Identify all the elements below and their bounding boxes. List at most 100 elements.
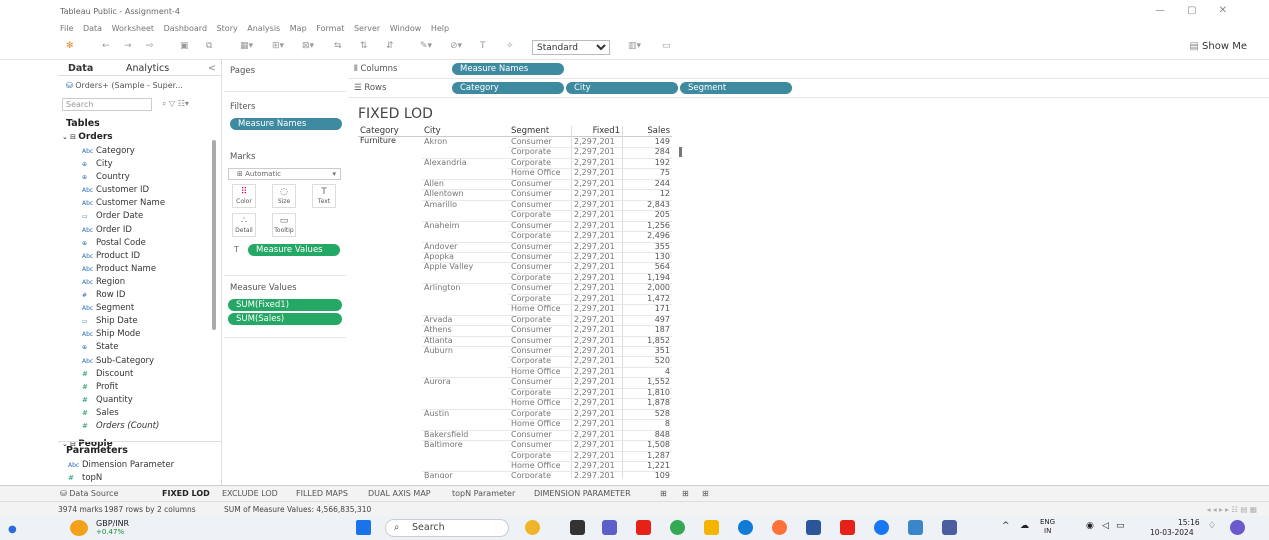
fixed1-cell[interactable]: 2,297,201 (574, 158, 615, 168)
tab-analytics[interactable]: Analytics (126, 63, 169, 74)
city-cell[interactable]: Baltimore (424, 440, 463, 450)
field-search-input[interactable]: Search (62, 98, 152, 111)
sheet-tab-dual-axis-map[interactable]: DUAL AXIS MAP (368, 489, 431, 498)
text-button[interactable]: T Text (312, 184, 336, 208)
fixed1-cell[interactable]: 2,297,201 (574, 179, 615, 189)
filter-icon[interactable]: ▽ (169, 99, 175, 108)
fixed1-cell[interactable]: 2,297,201 (574, 440, 615, 450)
store-icon[interactable] (806, 520, 821, 535)
search-tools[interactable]: ⌕ ▽ ☷▾ (162, 99, 189, 109)
field-item[interactable]: Abc Order ID (58, 224, 208, 237)
rows-shelf[interactable]: ☰ Rows Category City Segment (348, 79, 1269, 98)
highlight-icon[interactable]: ✎▾ (420, 41, 432, 51)
field-item[interactable]: ⊕ Country (58, 171, 208, 184)
color-button[interactable]: ⠿ Color (232, 184, 256, 208)
fixed1-cell[interactable]: 2,297,201 (574, 242, 615, 252)
rows-pill-category[interactable]: Category (452, 82, 564, 94)
menu-dashboard[interactable]: Dashboard (164, 24, 207, 33)
segment-cell[interactable]: Corporate (511, 315, 551, 325)
city-cell[interactable]: Aurora (424, 377, 451, 387)
segment-cell[interactable]: Consumer (511, 179, 552, 189)
fixed1-cell[interactable]: 2,297,201 (574, 461, 615, 471)
fixed1-cell[interactable]: 2,297,201 (574, 356, 615, 366)
show-me-button[interactable]: ▤ Show Me (1189, 41, 1247, 52)
rows-pill-city[interactable]: City (566, 82, 678, 94)
chrome-icon[interactable] (670, 520, 685, 535)
filter-pill-measure-names[interactable]: Measure Names (230, 118, 342, 130)
sales-cell[interactable]: 109 (624, 471, 670, 478)
segment-cell[interactable]: Consumer (511, 221, 552, 231)
city-cell[interactable]: Anaheim (424, 221, 459, 231)
tooltip-button[interactable]: ▭ Tooltip (272, 213, 296, 237)
fixed1-cell[interactable]: 2,297,201 (574, 388, 615, 398)
redo-icon[interactable]: → (124, 41, 132, 51)
edge-icon[interactable] (738, 520, 753, 535)
city-cell[interactable]: Apopka (424, 252, 454, 262)
field-item[interactable]: Abc Sub-Category (58, 355, 208, 368)
app-icon[interactable] (942, 520, 957, 535)
sales-cell[interactable]: 1,221 (624, 461, 670, 471)
field-item[interactable]: # Orders (Count) (58, 420, 208, 433)
language-indicator[interactable]: ENG (1040, 518, 1055, 526)
sales-cell[interactable]: 187 (624, 325, 670, 335)
group-icon[interactable]: ⊘▾ (450, 41, 462, 51)
segment-cell[interactable]: Consumer (511, 377, 552, 387)
fixed1-cell[interactable]: 2,297,201 (574, 273, 615, 283)
teams-icon[interactable] (602, 520, 617, 535)
data-pane-scrollbar[interactable] (212, 140, 216, 330)
menu-story[interactable]: Story (217, 24, 238, 33)
field-item[interactable]: Abc Product ID (58, 250, 208, 263)
new-story-icon[interactable]: ⊞ (702, 489, 709, 498)
fit-select[interactable]: Standard (532, 40, 610, 55)
field-item[interactable]: Abc Segment (58, 302, 208, 315)
new-datasource-icon[interactable]: ⧉ (206, 41, 212, 51)
city-cell[interactable]: Auburn (424, 346, 453, 356)
fixed1-cell[interactable]: 2,297,201 (574, 210, 615, 220)
menu-map[interactable]: Map (290, 24, 307, 33)
columns-shelf[interactable]: ⦀ Columns Measure Names (348, 60, 1269, 79)
tableau-logo-icon[interactable]: ✻ (66, 41, 74, 51)
field-item[interactable]: # Sales (58, 407, 208, 420)
detail-button[interactable]: ∴ Detail (232, 213, 256, 237)
tray-chevron-icon[interactable]: ^ (1002, 521, 1010, 531)
city-cell[interactable]: Alexandria (424, 158, 467, 168)
city-cell[interactable]: Bangor (424, 471, 453, 478)
city-cell[interactable]: Allen (424, 179, 444, 189)
field-item[interactable]: Abc Customer Name (58, 197, 208, 210)
segment-cell[interactable]: Consumer (511, 336, 552, 346)
undo-icon[interactable]: ← (102, 41, 110, 51)
segment-cell[interactable]: Corporate (511, 210, 551, 220)
field-item[interactable]: Abc Product Name (58, 263, 208, 276)
segment-cell[interactable]: Consumer (511, 189, 552, 199)
header-sales[interactable]: Sales (624, 126, 670, 136)
fixed1-cell[interactable]: 2,297,201 (574, 294, 615, 304)
sort-asc-icon[interactable]: ⇅ (360, 41, 368, 51)
fixed1-cell[interactable]: 2,297,201 (574, 252, 615, 262)
fixed1-cell[interactable]: 2,297,201 (574, 262, 615, 272)
fixed1-cell[interactable]: 2,297,201 (574, 398, 615, 408)
fixed1-cell[interactable]: 2,297,201 (574, 304, 615, 314)
sheet-navigation[interactable]: ◂ ◂ ▸ ▸ ☷ ▤ ▦ (1207, 505, 1257, 514)
field-item[interactable]: ⊕ State (58, 341, 208, 354)
city-cell[interactable]: Andover (424, 242, 457, 252)
field-item[interactable]: # Quantity (58, 394, 208, 407)
segment-cell[interactable]: Corporate (511, 158, 551, 168)
sheet-tab-topn-parameter[interactable]: topN Parameter (452, 489, 515, 498)
segment-cell[interactable]: Corporate (511, 471, 551, 478)
new-dashboard-icon[interactable]: ⊞ (682, 489, 689, 498)
field-item[interactable]: # Profit (58, 381, 208, 394)
sort-desc-icon[interactable]: ⇵ (386, 41, 394, 51)
size-button[interactable]: ◌ Size (272, 184, 296, 208)
field-item[interactable]: Abc Category (58, 145, 208, 158)
sales-cell[interactable]: 564 (624, 262, 670, 272)
segment-cell[interactable]: Home Office (511, 304, 561, 314)
presentation-icon[interactable]: ▭ (662, 41, 671, 51)
table-scrollbar[interactable] (679, 147, 682, 157)
sales-cell[interactable]: 192 (624, 158, 670, 168)
media-icon[interactable] (840, 520, 855, 535)
field-item[interactable]: # Row ID (58, 289, 208, 302)
city-cell[interactable]: Arvada (424, 315, 452, 325)
clock-time[interactable]: 15:16 (1178, 518, 1200, 527)
segment-cell[interactable]: Corporate (511, 231, 551, 241)
pages-card[interactable]: Pages (224, 60, 346, 92)
